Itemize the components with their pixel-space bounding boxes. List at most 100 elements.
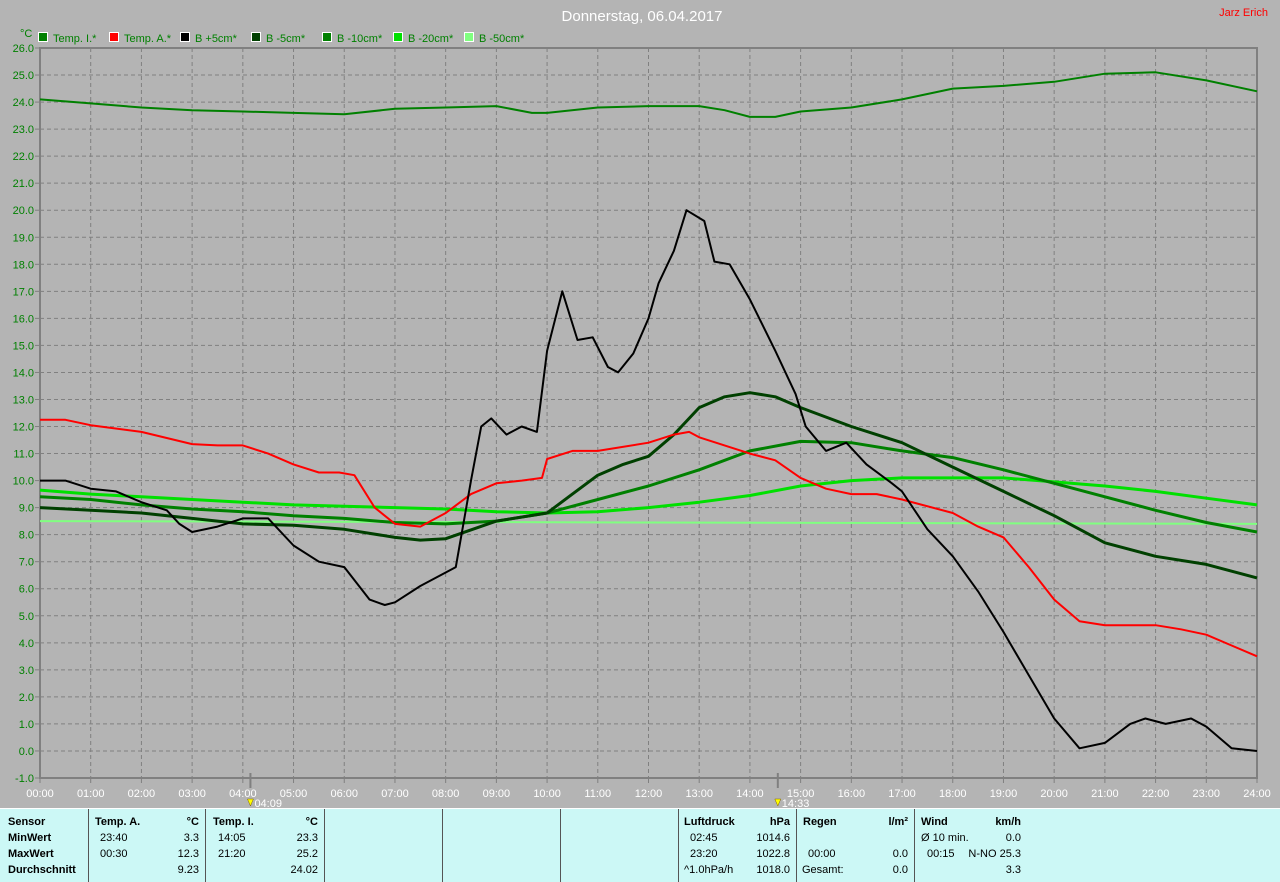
x-tick-label: 07:00 [381,788,409,800]
x-tick-label: 04:00 [229,788,257,800]
max-label: MaxWert [8,848,54,860]
wind-unit: km/h [995,816,1021,828]
y-tick-label: 17.0 [13,286,34,298]
x-tick-label: 17:00 [888,788,916,800]
y-tick-label: 1.0 [19,719,34,731]
y-tick-label: 3.0 [19,665,34,677]
legend: Temp. I.* Temp. A.* B +5cm* B -5cm* B -10cm*… [38,32,525,45]
y-tick-label: 26.0 [13,43,34,55]
temp-i-max: 25.2 [296,848,318,860]
x-tick-label: 19:00 [990,788,1018,800]
pressure-trend: ^1.0hPa/h [684,864,734,876]
stats-pressure: Luftdruck hPa 02:45 1014.6 23:20 1022.8 ^1.… [679,809,797,882]
marker-label: 14:33 [782,798,810,808]
y-axis-unit: °C [20,28,32,40]
y-tick-label: 4.0 [19,638,34,650]
legend-label: B -50cm* [479,33,525,45]
stats-rain: Regen l/m² 00:00 0.0 Gesamt: 0.0 [797,809,915,882]
legend-swatch [393,32,403,42]
stats-empty-3 [561,809,679,882]
wind-max-time: 00:15 [927,848,955,860]
pressure-min: 1014.6 [756,832,790,844]
y-tick-label: 5.0 [19,611,34,623]
temp-i-title: Temp. I. [213,816,254,828]
y-tick-label: 20.0 [13,205,34,217]
wind-avg: 0.0 [1005,832,1021,844]
temperature-chart: Donnerstag, 06.04.2017 Jarz Erich °C Tem… [13,7,1271,808]
x-tick-label: 00:00 [26,788,54,800]
legend-swatch [322,32,332,42]
y-tick-label: 7.0 [19,557,34,569]
x-tick-label: 14:00 [736,788,764,800]
temp-a-max-time: 00:30 [100,848,128,860]
legend-label: B -5cm* [266,33,306,45]
legend-swatch [38,32,48,42]
stats-wind: Wind km/h Ø 10 min. 0.0 00:15 N-NO 25.3 3.3 [915,809,1027,882]
y-tick-label: 23.0 [13,124,34,136]
pressure-max-time: 23:20 [690,848,718,860]
x-tick-label: 01:00 [77,788,105,800]
temp-i-min-time: 14:05 [218,832,246,844]
x-tick-label: 11:00 [584,788,611,800]
y-tick-label: 18.0 [13,259,34,271]
x-tick-label: 22:00 [1142,788,1170,800]
stats-labels: Sensor MinWert MaxWert Durchschnitt [0,809,89,882]
x-tick-label: 23:00 [1193,788,1221,800]
temp-i-max-time: 21:20 [218,848,246,860]
x-tick-label: 03:00 [178,788,206,800]
temp-i-min: 23.3 [296,832,318,844]
legend-label: B +5cm* [195,33,238,45]
stats-empty-1 [325,809,443,882]
avg-label: Durchschnitt [8,864,76,876]
legend-swatch [251,32,261,42]
rain-total: 0.0 [892,864,908,876]
sun-moon-icon [774,798,782,807]
grid [39,47,1258,779]
x-tick-label: 20:00 [1040,788,1068,800]
y-tick-label: 8.0 [19,530,34,542]
rain-unit: l/m² [888,816,908,828]
pressure-max: 1022.8 [756,848,790,860]
y-tick-label: 24.0 [13,97,34,109]
pressure-unit: hPa [769,816,790,828]
y-tick-label: 9.0 [19,503,34,515]
y-tick-label: 16.0 [13,313,34,325]
pressure-min-time: 02:45 [690,832,718,844]
x-tick-label: 02:00 [128,788,156,800]
temp-a-title: Temp. A. [95,816,141,828]
y-tick-label: 14.0 [13,367,34,379]
temp-i-unit: °C [305,816,318,828]
y-tick-label: 12.0 [13,422,34,434]
stats-temp-i: Temp. I. °C 14:05 23.3 21:20 25.2 24.02 [206,809,325,882]
y-axis: 26.0 25.0 24.0 23.0 22.0 21.0 20.0 19.0 18.0 17.0… [13,43,40,785]
y-tick-label: 0.0 [19,746,34,758]
y-tick-label: 11.0 [13,449,34,461]
min-label: MinWert [8,832,52,844]
wind-avg-label: Ø 10 min. [921,832,969,844]
wind-max: N-NO 25.3 [968,848,1021,860]
stats-temp-a: Temp. A. °C 23:40 3.3 00:30 12.3 9.23 [89,809,206,882]
y-tick-label: 19.0 [13,232,34,244]
rain-title: Regen [803,816,837,828]
y-tick-label: -1.0 [15,773,34,785]
temp-a-min-time: 23:40 [100,832,128,844]
x-tick-label: 09:00 [483,788,511,800]
legend-label: Temp. I.* [53,33,97,45]
x-tick-label: 06:00 [330,788,358,800]
sensor-label: Sensor [8,816,46,828]
temp-a-unit: °C [186,816,199,828]
x-tick-label: 24:00 [1243,788,1271,800]
wind-current: 3.3 [1005,864,1021,876]
temp-a-min: 3.3 [183,832,199,844]
stats-empty-2 [443,809,561,882]
sunrise-icon [247,798,254,807]
x-tick-label: 08:00 [432,788,460,800]
x-tick-label: 18:00 [939,788,967,800]
y-tick-label: 15.0 [13,340,34,352]
rain-value: 0.0 [892,848,908,860]
legend-swatch [464,32,474,42]
statistics-panel: Sensor MinWert MaxWert Durchschnitt Temp… [0,808,1280,882]
marker-label: 04:09 [254,798,282,808]
x-tick-label: 05:00 [280,788,308,800]
y-tick-label: 22.0 [13,151,34,163]
